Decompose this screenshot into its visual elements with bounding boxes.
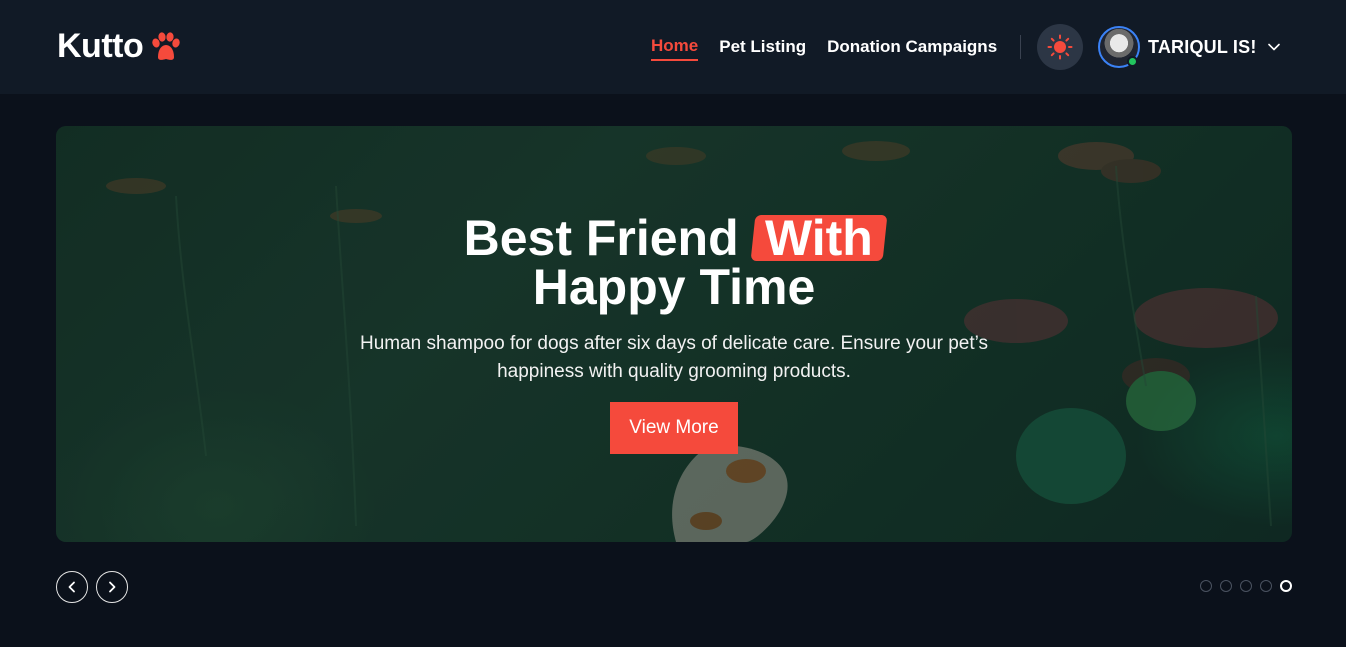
slider-dot[interactable] <box>1240 580 1252 592</box>
slider-dot[interactable] <box>1220 580 1232 592</box>
hero-content: Best Friend With Happy Time Human shampo… <box>56 210 1292 454</box>
theme-toggle-button[interactable] <box>1037 24 1083 70</box>
user-name: TARIQUL IS! <box>1148 36 1257 57</box>
nav-pet-listing[interactable]: Pet Listing <box>719 37 806 60</box>
nav-home[interactable]: Home <box>651 36 699 61</box>
hero-title: Best Friend With Happy Time <box>56 210 1292 315</box>
chevron-left-icon <box>68 581 75 593</box>
hero-title-line2: Happy Time <box>532 259 816 315</box>
slider-pagination <box>1200 580 1292 592</box>
chevron-down-icon[interactable] <box>1267 40 1281 54</box>
sun-icon <box>1047 34 1073 60</box>
paw-icon <box>152 31 180 60</box>
site-header: Kutto Home Pet Listing Donation Campaign… <box>0 0 1346 94</box>
slider-dot[interactable] <box>1260 580 1272 592</box>
slider-dot[interactable] <box>1200 580 1212 592</box>
view-more-button[interactable]: View More <box>610 402 738 454</box>
main-nav: Home Pet Listing Donation Campaigns <box>651 36 1018 61</box>
hero-title-part1: Best Friend <box>463 210 753 266</box>
brand-logo[interactable]: Kutto <box>57 27 181 66</box>
nav-donation-campaigns[interactable]: Donation Campaigns <box>827 37 997 60</box>
hero-title-highlight: With <box>750 210 887 266</box>
user-menu[interactable]: TARIQUL IS! <box>1098 26 1281 68</box>
nav-divider <box>1020 35 1021 59</box>
slider-next-button[interactable] <box>96 571 128 603</box>
brand-name: Kutto <box>57 27 144 65</box>
hero-title-highlight-text: With <box>764 210 873 266</box>
slider-prev-button[interactable] <box>56 571 88 603</box>
online-status-dot <box>1127 56 1138 67</box>
hero-subtitle: Human shampoo for dogs after six days of… <box>359 333 989 382</box>
hero-slide: Best Friend With Happy Time Human shampo… <box>56 126 1292 542</box>
slider-dot[interactable] <box>1280 580 1292 592</box>
chevron-right-icon <box>109 581 116 593</box>
